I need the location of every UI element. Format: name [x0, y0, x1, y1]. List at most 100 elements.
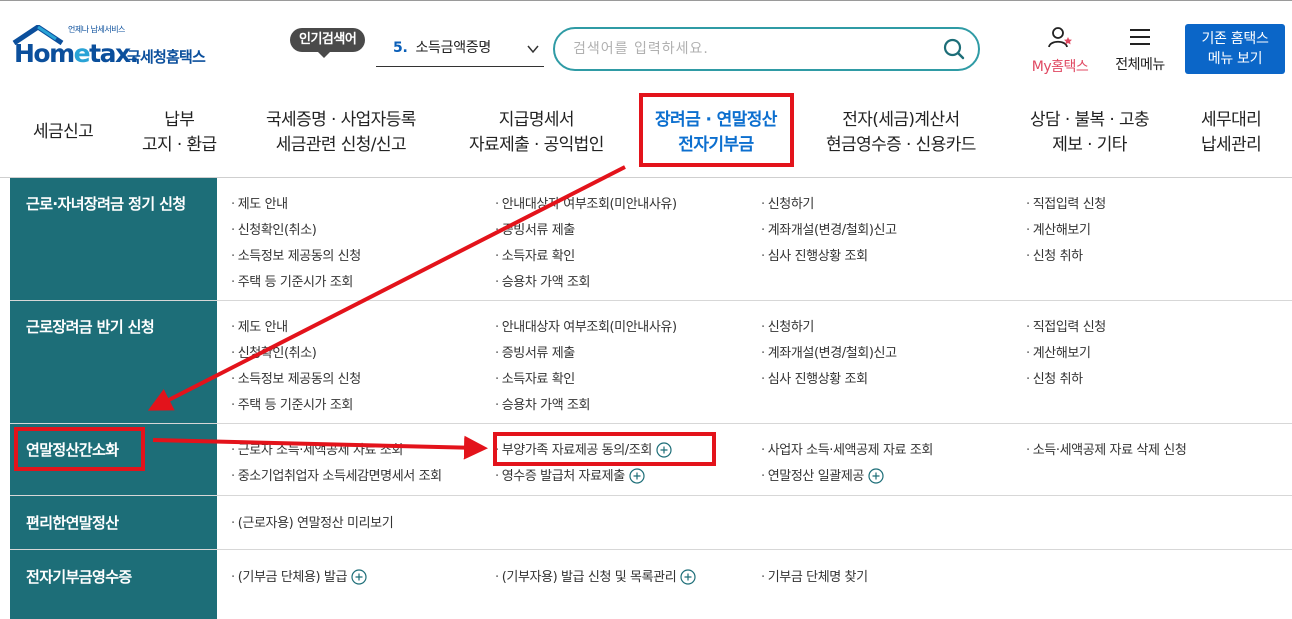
plus-circle-icon	[680, 568, 696, 585]
menu-link[interactable]: 승용차 가액 조회	[495, 271, 591, 290]
search-input[interactable]	[573, 37, 933, 61]
menu-link[interactable]: 제도 안내	[231, 193, 288, 212]
menu-link[interactable]: 증빙서류 제출	[495, 342, 575, 361]
highlight-box-active-nav	[639, 93, 794, 167]
nav-item-label: 전자(세금)계산서	[842, 110, 960, 130]
search-icon[interactable]	[943, 38, 965, 60]
nav-item-tax-filing[interactable]: 세금신고	[33, 120, 94, 145]
menu-link[interactable]: (근로자용) 연말정산 미리보기	[231, 512, 394, 531]
menu-link[interactable]: 심사 진행상황 조회	[761, 368, 868, 387]
menu-link[interactable]: 주택 등 기준시가 조회	[231, 271, 354, 290]
nav-item-e-invoice[interactable]: 전자(세금)계산서현금영수증 · 신용카드	[826, 108, 976, 158]
menu-link-label: 연말정산 일괄제공	[767, 469, 865, 484]
nav-item-label: 상담 · 불복 · 고충	[1030, 110, 1150, 130]
menu-link[interactable]: 계산해보기	[1026, 342, 1091, 361]
section-title: 근로·자녀장려금 정기 신청	[26, 195, 186, 213]
menu-link[interactable]: 신청하기	[761, 193, 815, 212]
menu-link[interactable]: 직접입력 신청	[1026, 316, 1106, 335]
menu-link[interactable]: 소득자료 확인	[495, 245, 575, 264]
hometax-logo[interactable]: 언제나 납세서비스 Hometax. 국세청홈택스	[10, 23, 230, 71]
menu-link-label: (기부자용) 발급 신청 및 목록관리	[501, 570, 677, 585]
menu-link[interactable]: 안내대상자 여부조회(미안내사유)	[495, 316, 677, 335]
nav-item-sublabel: 현금영수증 · 신용카드	[826, 135, 976, 155]
all-menu-button[interactable]: 전체메뉴	[1108, 28, 1172, 74]
menu-section-easy-yearend: 편리한연말정산 (근로자용) 연말정산 미리보기	[10, 496, 1292, 550]
menu-section-regular-incentive: 근로·자녀장려금 정기 신청 제도 안내 신청확인(취소) 소득정보 제공동의 …	[10, 178, 1292, 301]
menu-link-bulk-provision[interactable]: 연말정산 일괄제공	[761, 465, 884, 484]
logo-korean-name: 국세청홈택스	[127, 48, 206, 66]
menu-link[interactable]: 계산해보기	[1026, 219, 1091, 238]
menu-section-half-year-incentive: 근로장려금 반기 신청 제도 안내 신청확인(취소) 소득정보 제공동의 신청 …	[10, 301, 1292, 424]
section-title: 전자기부금영수증	[26, 568, 132, 586]
menu-link[interactable]: 사업자 소득·세액공제 자료 조회	[761, 439, 934, 458]
classic-menu-line1: 기존 홈택스	[1201, 31, 1269, 47]
logo-brand-main: Hom	[14, 39, 75, 68]
menu-link[interactable]: 직접입력 신청	[1026, 193, 1106, 212]
popular-search-badge: 인기검색어	[290, 28, 366, 58]
section-title: 근로장려금 반기 신청	[26, 318, 155, 336]
classic-menu-button[interactable]: 기존 홈택스 메뉴 보기	[1185, 24, 1285, 74]
highlight-box-target-link	[493, 432, 716, 466]
highlight-box-section-title	[14, 427, 145, 471]
menu-section-e-donation-receipt: 전자기부금영수증 (기부금 단체용) 발급 (기부자용) 발급 신청 및 목록관…	[10, 550, 1292, 619]
header: 언제나 납세서비스 Hometax. 국세청홈택스 인기검색어 5. 소득금액증명…	[0, 0, 1292, 88]
hamburger-menu-icon	[1130, 29, 1150, 45]
menu-link-donation-org-issue[interactable]: (기부금 단체용) 발급	[231, 566, 367, 585]
menu-link[interactable]: 계좌개설(변경/철회)신고	[761, 219, 897, 238]
menu-link[interactable]: 중소기업취업자 소득세감면명세서 조회	[231, 465, 442, 484]
menu-link[interactable]: 주택 등 기준시가 조회	[231, 394, 354, 413]
section-title: 편리한연말정산	[26, 514, 119, 532]
menu-link[interactable]: 소득자료 확인	[495, 368, 575, 387]
classic-menu-line2: 메뉴 보기	[1207, 51, 1263, 67]
nav-item-sublabel: 자료제출 · 공익법인	[469, 135, 604, 155]
plus-circle-icon	[629, 467, 645, 484]
menu-link[interactable]: 소득·세액공제 자료 삭제 신청	[1026, 439, 1187, 458]
nav-item-sublabel: 제보 · 기타	[1052, 135, 1127, 155]
nav-item-tax-agent[interactable]: 세무대리납세관리	[1201, 108, 1262, 158]
plus-circle-icon	[351, 568, 367, 585]
popular-search-select[interactable]: 5. 소득금액증명	[376, 33, 544, 67]
menu-link-label: (기부금 단체용) 발급	[237, 570, 348, 585]
popular-search-rank: 5.	[393, 40, 408, 56]
all-menu-label: 전체메뉴	[1115, 57, 1165, 73]
my-hometax-button[interactable]: My홈택스	[1024, 26, 1096, 76]
menu-link[interactable]: 제도 안내	[231, 316, 288, 335]
menu-link[interactable]: 증빙서류 제출	[495, 219, 575, 238]
nav-item-label: 국세증명 · 사업자등록	[266, 110, 416, 130]
plus-circle-icon	[868, 467, 884, 484]
menu-link[interactable]: 승용차 가액 조회	[495, 394, 591, 413]
menu-link[interactable]: 신청확인(취소)	[231, 219, 317, 238]
nav-item-label: 세무대리	[1201, 110, 1262, 130]
menu-link-donor-issue[interactable]: (기부자용) 발급 신청 및 목록관리	[495, 566, 696, 585]
nav-item-consultation[interactable]: 상담 · 불복 · 고충제보 · 기타	[1030, 108, 1150, 158]
menu-link[interactable]: 신청하기	[761, 316, 815, 335]
menu-link[interactable]: 신청 취하	[1026, 245, 1083, 264]
menu-link[interactable]: 소득정보 제공동의 신청	[231, 368, 361, 387]
nav-item-sublabel: 세금관련 신청/신고	[275, 135, 407, 155]
nav-item-label: 지급명세서	[498, 110, 575, 130]
mega-menu: 근로·자녀장려금 정기 신청 제도 안내 신청확인(취소) 소득정보 제공동의 …	[10, 178, 1292, 619]
menu-link[interactable]: 기부금 단체명 찾기	[761, 566, 868, 585]
nav-item-certificates[interactable]: 국세증명 · 사업자등록세금관련 신청/신고	[266, 108, 416, 158]
menu-link[interactable]: 신청확인(취소)	[231, 342, 317, 361]
user-icon	[1048, 27, 1072, 48]
nav-item-label: 세금신고	[33, 122, 94, 142]
nav-item-payment[interactable]: 납부 고지 · 환급	[142, 108, 217, 158]
menu-link-receipt-submission[interactable]: 영수증 발급처 자료제출	[495, 465, 645, 484]
nav-item-payment-statements[interactable]: 지급명세서자료제출 · 공익법인	[469, 108, 604, 158]
menu-link[interactable]: 안내대상자 여부조회(미안내사유)	[495, 193, 677, 212]
menu-link[interactable]: 근로자 소득·세액공제 자료 조회	[231, 439, 404, 458]
popular-search-term: 소득금액증명	[415, 40, 491, 56]
menu-link-label: 영수증 발급처 자료제출	[501, 469, 625, 484]
menu-link[interactable]: 계좌개설(변경/철회)신고	[761, 342, 897, 361]
my-hometax-label: My홈택스	[1031, 59, 1089, 75]
menu-link[interactable]: 신청 취하	[1026, 368, 1083, 387]
logo-brand-e: e	[73, 39, 91, 68]
menu-link[interactable]: 소득정보 제공동의 신청	[231, 245, 361, 264]
logo-tagline: 언제나 납세서비스	[68, 25, 125, 34]
nav-item-sublabel: 납세관리	[1201, 135, 1262, 155]
nav-item-sublabel: 고지 · 환급	[142, 135, 217, 155]
chevron-down-icon	[527, 45, 539, 54]
menu-link[interactable]: 심사 진행상황 조회	[761, 245, 868, 264]
logo-brand: Hometax.	[14, 39, 139, 68]
